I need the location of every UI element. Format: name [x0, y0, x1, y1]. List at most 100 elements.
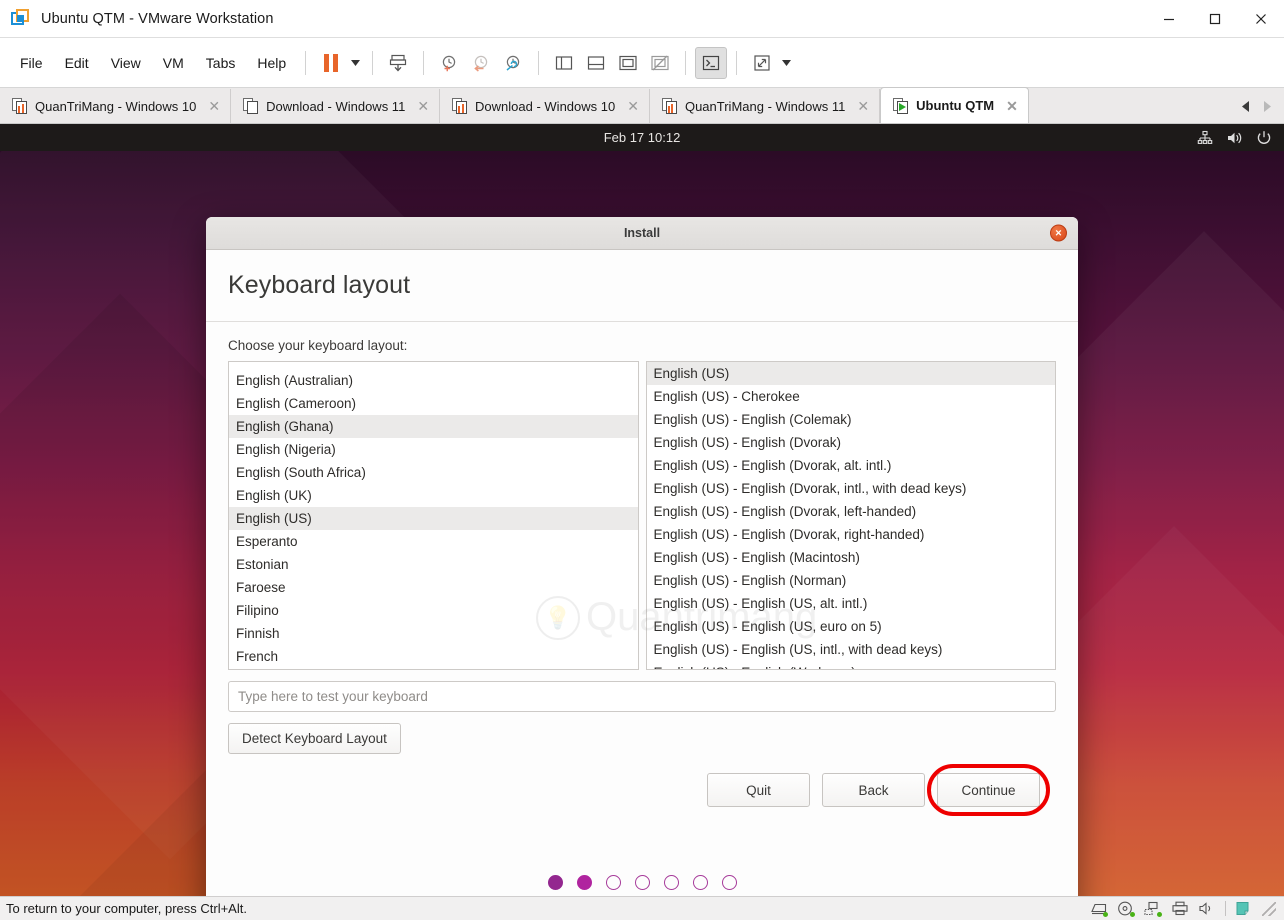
tab-close-icon[interactable]: ✕ — [196, 99, 220, 113]
list-item[interactable]: English (US) - Cherokee — [647, 385, 1056, 408]
tab-close-icon[interactable]: ✕ — [994, 99, 1018, 113]
vm-powered-off-icon — [243, 98, 259, 114]
list-item[interactable]: English (US) - English (Macintosh) — [647, 546, 1056, 569]
keyboard-variant-listbox[interactable]: English (US) English (US) - Cherokee Eng… — [645, 361, 1056, 670]
list-item-partial[interactable] — [229, 668, 638, 669]
list-item[interactable]: Filipino — [229, 599, 638, 622]
close-icon[interactable]: × — [1050, 224, 1067, 242]
ubuntu-status-indicators[interactable] — [1197, 124, 1272, 151]
printer-icon[interactable] — [1171, 901, 1189, 917]
show-thumbnails-button[interactable] — [580, 47, 612, 79]
list-item[interactable]: English (US) - English (Colemak) — [647, 408, 1056, 431]
take-snapshot-button[interactable] — [433, 47, 465, 79]
hide-console-view-button[interactable] — [644, 47, 676, 79]
tab-scroll-left-button[interactable] — [1234, 91, 1256, 121]
ubuntu-top-bar: Feb 17 10:12 — [0, 124, 1284, 151]
vmware-title-bar: Ubuntu QTM - VMware Workstation — [0, 0, 1284, 38]
status-device-icons — [1090, 901, 1284, 917]
minimize-button[interactable] — [1146, 0, 1192, 38]
list-item[interactable]: English (US) - English (Dvorak) — [647, 431, 1056, 454]
network-adapter-icon[interactable] — [1144, 901, 1162, 917]
list-item[interactable]: Faroese — [229, 576, 638, 599]
install-dialog-title: Install — [623, 226, 661, 240]
revert-snapshot-button[interactable] — [465, 47, 497, 79]
list-item[interactable]: English (US) - English (Dvorak, right-ha… — [647, 523, 1056, 546]
show-console-view-button[interactable] — [612, 47, 644, 79]
continue-button[interactable]: Continue — [937, 773, 1040, 807]
list-item[interactable]: English (US) - English (Dvorak, alt. int… — [647, 454, 1056, 477]
vmware-workstation-window: Ubuntu QTM - VMware Workstation File Edi… — [0, 0, 1284, 920]
cd-dvd-icon[interactable] — [1117, 901, 1135, 917]
list-item[interactable]: Esperanto — [229, 530, 638, 553]
list-item-selected[interactable]: English (US) — [229, 507, 638, 530]
list-item-selected[interactable]: English (US) — [646, 362, 1055, 385]
back-button[interactable]: Back — [822, 773, 925, 807]
progress-dot-6 — [692, 875, 708, 890]
list-item[interactable]: English (US) - English (Dvorak, intl., w… — [647, 477, 1056, 500]
list-item[interactable]: English (US) - English (US, alt. intl.) — [647, 592, 1056, 615]
list-item[interactable]: English (US) - English (US, intl., with … — [647, 638, 1056, 661]
list-item[interactable]: English (US) - English (Workman) — [647, 661, 1056, 669]
menu-tabs[interactable]: Tabs — [196, 50, 246, 76]
caret-down-icon — [350, 59, 360, 66]
close-button[interactable] — [1238, 0, 1284, 38]
menu-view[interactable]: View — [101, 50, 151, 76]
keyboard-test-input[interactable] — [228, 681, 1056, 712]
tab-label: Ubuntu QTM — [916, 98, 995, 113]
progress-dot-1 — [547, 875, 563, 890]
toolbar-divider — [736, 50, 738, 75]
list-item[interactable]: English (UK) — [229, 484, 638, 507]
suspend-button[interactable] — [315, 47, 347, 79]
list-item[interactable]: Estonian — [229, 553, 638, 576]
quit-button[interactable]: Quit — [707, 773, 810, 807]
menu-vm[interactable]: VM — [153, 50, 194, 76]
list-item[interactable]: English (Ghana) — [229, 415, 638, 438]
fullscreen-dropdown[interactable] — [778, 47, 794, 79]
tab-download-windows-10[interactable]: Download - Windows 10 ✕ — [440, 89, 650, 123]
tab-download-windows-11[interactable]: Download - Windows 11 ✕ — [231, 89, 441, 123]
list-item-partial[interactable] — [229, 362, 638, 369]
list-item[interactable]: English (US) - English (Norman) — [647, 569, 1056, 592]
snapshot-add-icon — [442, 55, 456, 71]
ubuntu-desktop-wallpaper: Install × Keyboard layout Choose your ke… — [0, 151, 1284, 896]
power-icon — [1257, 130, 1271, 144]
tab-close-icon[interactable]: ✕ — [615, 99, 639, 113]
list-item[interactable]: English (South Africa) — [229, 461, 638, 484]
fullscreen-button[interactable] — [746, 47, 778, 79]
list-item[interactable]: Finnish — [229, 622, 638, 645]
hard-disk-icon[interactable] — [1090, 901, 1108, 917]
list-item[interactable]: English (Nigeria) — [229, 438, 638, 461]
tab-close-icon[interactable]: ✕ — [845, 99, 869, 113]
tab-scroll-right-button[interactable] — [1256, 91, 1278, 121]
list-item[interactable]: English (US) - English (Dvorak, left-han… — [647, 500, 1056, 523]
tab-label: QuanTriMang - Windows 10 — [35, 98, 197, 114]
power-on-icon — [390, 54, 407, 71]
menu-edit[interactable]: Edit — [55, 50, 99, 76]
list-item[interactable]: English (Cameroon) — [229, 392, 638, 415]
suspend-dropdown[interactable] — [347, 47, 363, 79]
show-library-button[interactable] — [548, 47, 580, 79]
tab-ubuntu-qtm[interactable]: Ubuntu QTM ✕ — [880, 87, 1029, 123]
console-view-icon — [619, 55, 637, 70]
usb-device-icon[interactable] — [1235, 901, 1253, 917]
power-on-button[interactable] — [382, 47, 414, 79]
list-item[interactable]: English (Australian) — [229, 369, 638, 392]
list-item[interactable]: English (US) - English (US, euro on 5) — [647, 615, 1056, 638]
list-item[interactable]: French — [229, 645, 638, 668]
menu-help[interactable]: Help — [247, 50, 296, 76]
keyboard-layout-listbox[interactable]: English (Australian) English (Cameroon) … — [228, 361, 639, 670]
sound-card-icon[interactable] — [1198, 901, 1216, 917]
tab-close-icon[interactable]: ✕ — [405, 99, 429, 113]
vm-tab-strip: QuanTriMang - Windows 10 ✕ Download - Wi… — [0, 87, 1284, 124]
maximize-button[interactable] — [1192, 0, 1238, 38]
detect-keyboard-layout-button[interactable]: Detect Keyboard Layout — [228, 723, 401, 754]
vm-suspended-icon — [452, 98, 468, 114]
window-controls — [1146, 0, 1284, 38]
ubuntu-clock[interactable]: Feb 17 10:12 — [604, 130, 681, 145]
menu-file[interactable]: File — [10, 50, 53, 76]
resize-grip-icon[interactable] — [1262, 901, 1276, 916]
tab-quantrimang-windows-10[interactable]: QuanTriMang - Windows 10 ✕ — [0, 89, 232, 123]
tab-quantrimang-windows-11[interactable]: QuanTriMang - Windows 11 ✕ — [649, 89, 881, 123]
snapshot-manager-button[interactable] — [497, 47, 529, 79]
unity-mode-button[interactable] — [695, 46, 728, 79]
